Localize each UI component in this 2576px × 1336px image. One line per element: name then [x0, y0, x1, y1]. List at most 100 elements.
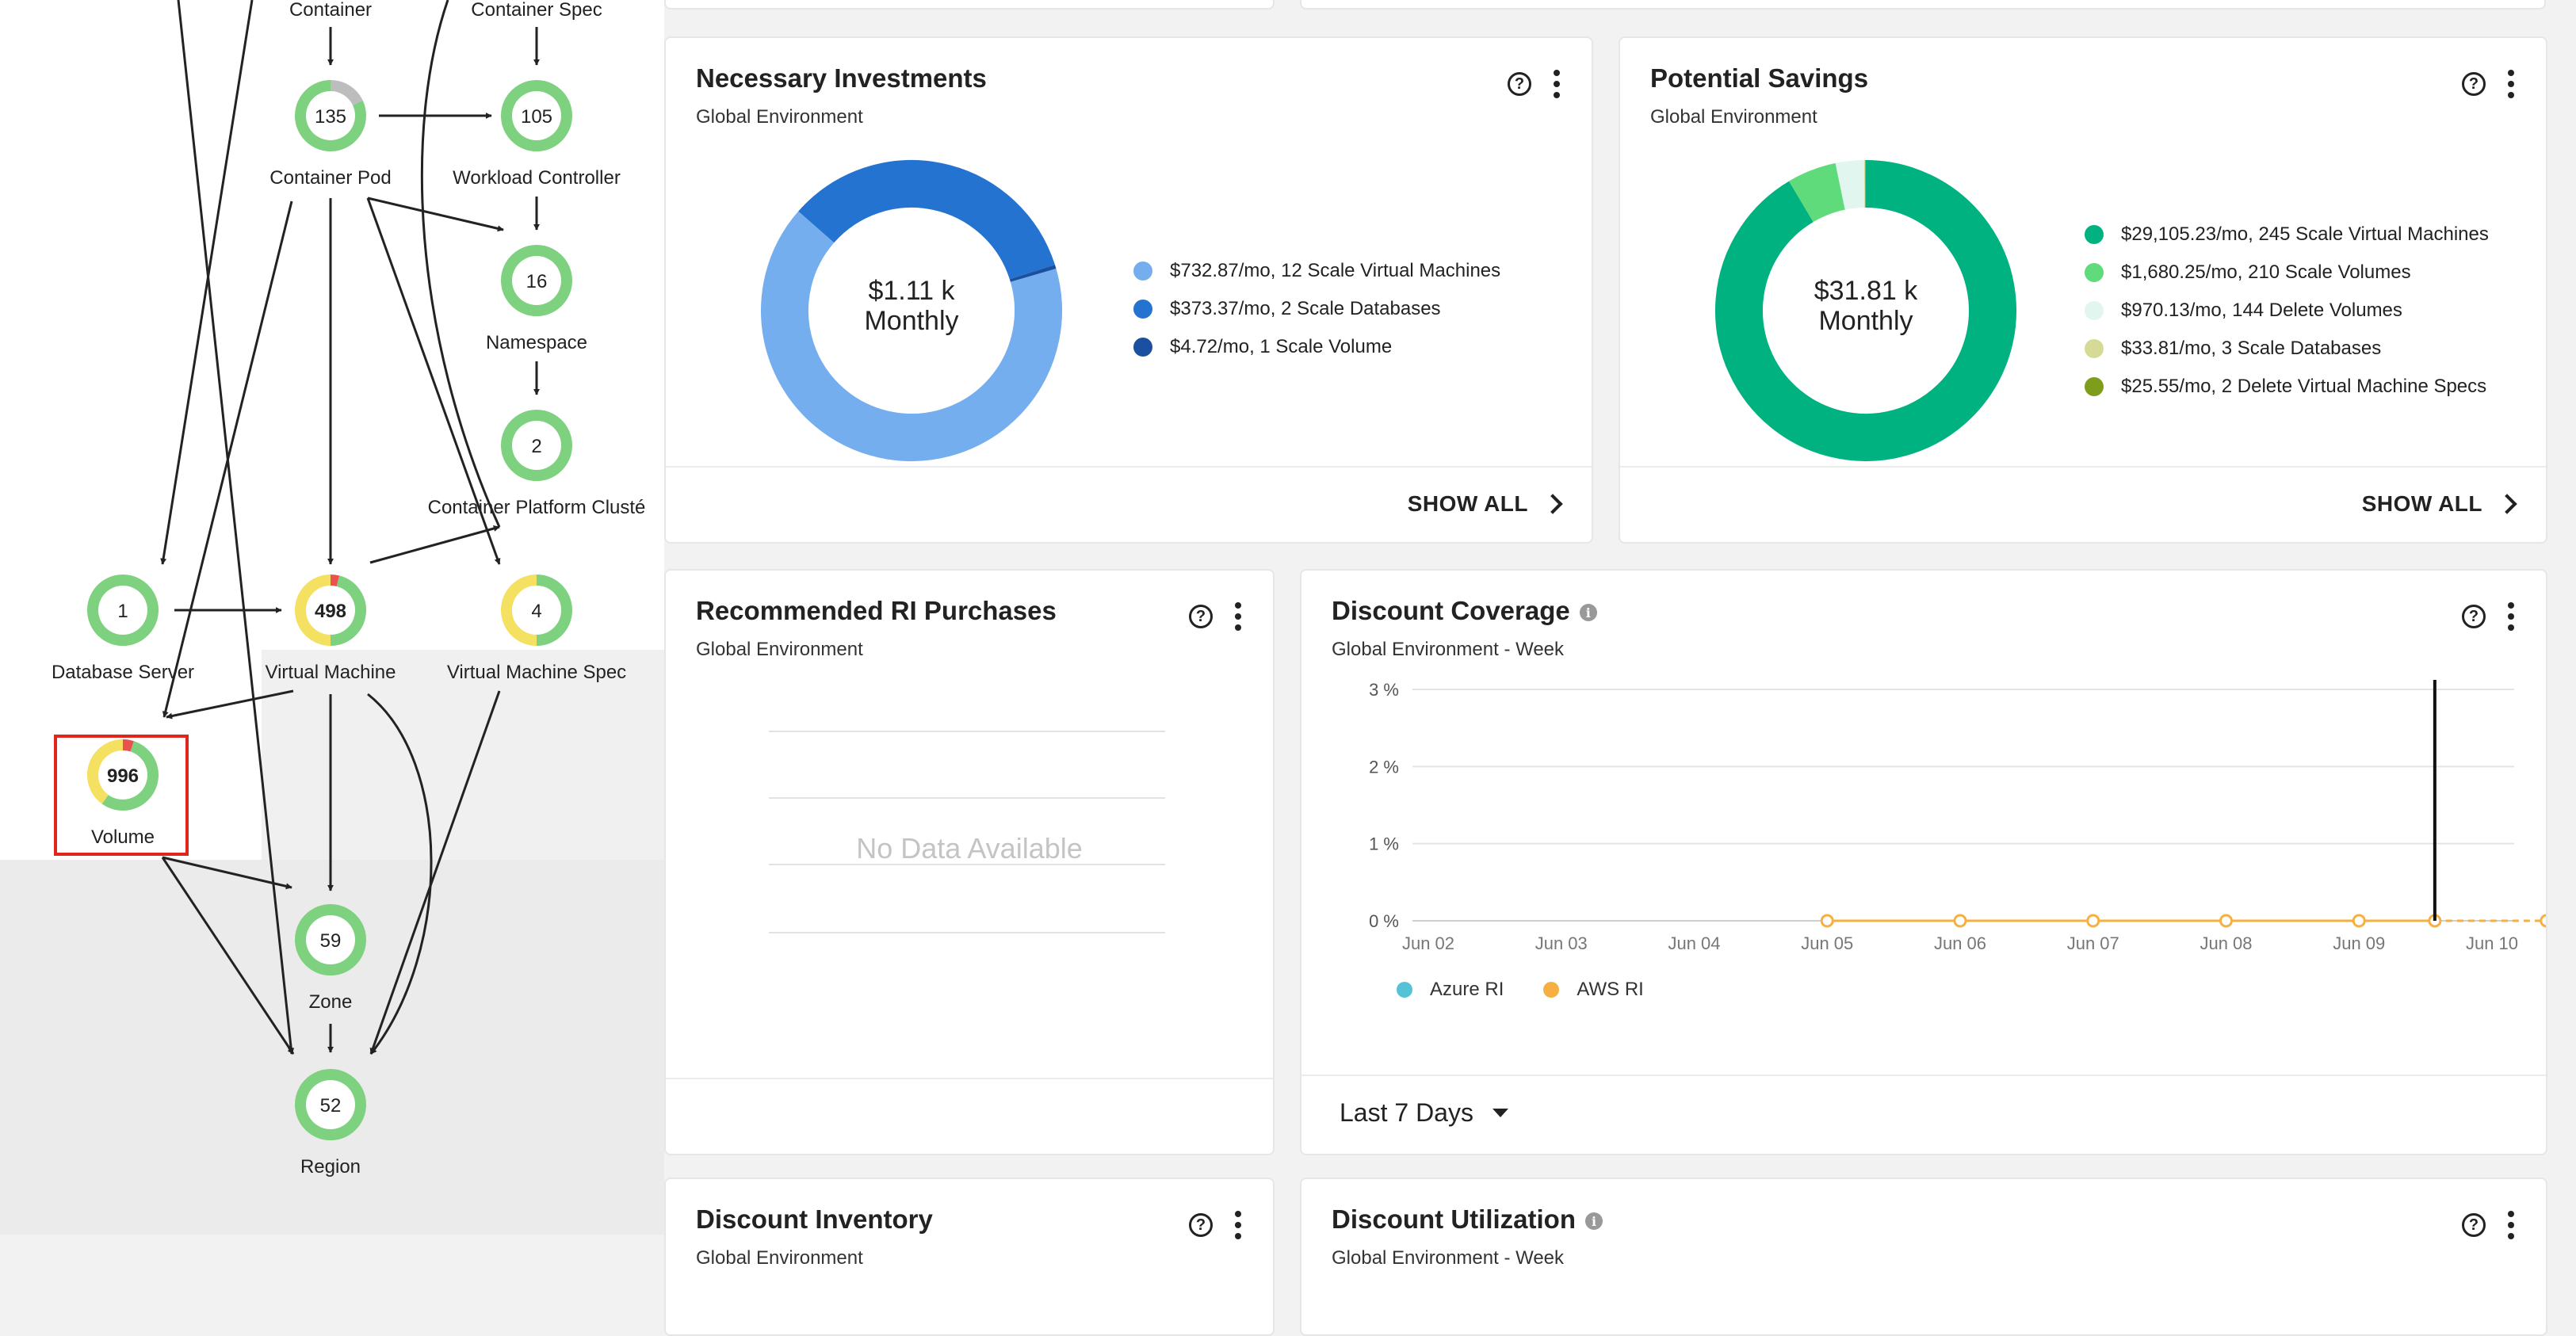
- necessary-investments-card: Necessary Investments Global Environment…: [664, 36, 1593, 544]
- y-tick-label: 3 %: [1369, 680, 1399, 700]
- legend-swatch: [2085, 377, 2104, 396]
- legend-swatch: [2085, 263, 2104, 282]
- donut-slice[interactable]: [1801, 186, 1840, 201]
- graph-node-container-spec[interactable]: Container Spec: [471, 0, 602, 21]
- more-options-icon[interactable]: [1554, 70, 1560, 98]
- help-icon[interactable]: ?: [1189, 605, 1213, 628]
- legend-label: $25.55/mo, 2 Delete Virtual Machine Spec…: [2121, 376, 2486, 398]
- data-point[interactable]: [2221, 915, 2232, 926]
- card-title-row: Discount Coverage i: [1332, 596, 1597, 626]
- graph-node-region[interactable]: 52Region: [299, 1073, 362, 1178]
- donut-center-unit: Monthly: [1714, 306, 2018, 336]
- legend-label: $373.37/mo, 2 Scale Databases: [1170, 298, 1441, 320]
- graph-node-volume[interactable]: 996Volume: [91, 743, 155, 848]
- chevron-right-icon: [2497, 494, 2517, 513]
- card-footer: Last 7 Days: [1301, 1075, 2546, 1154]
- legend-item[interactable]: $4.72/mo, 1 Scale Volume: [1133, 328, 1500, 366]
- legend-item[interactable]: Azure RI: [1397, 979, 1504, 1001]
- node-status-ring: [331, 580, 338, 581]
- donut-slice[interactable]: [816, 184, 1033, 272]
- info-icon[interactable]: i: [1580, 604, 1597, 621]
- card-footer: SHOW ALL: [1620, 466, 2546, 542]
- node-label: Workload Controller: [453, 167, 621, 189]
- card-title: Discount Coverage: [1332, 596, 1570, 625]
- legend-swatch: [1133, 338, 1152, 357]
- node-label: Container: [289, 0, 372, 21]
- node-count: 135: [315, 106, 346, 128]
- node-count: 1: [117, 601, 128, 622]
- legend-label: $4.72/mo, 1 Scale Volume: [1170, 336, 1392, 358]
- show-all-button[interactable]: SHOW ALL: [1408, 491, 1560, 517]
- legend-label: $29,105.23/mo, 245 Scale Virtual Machine…: [2121, 223, 2489, 246]
- data-point[interactable]: [1955, 915, 1966, 926]
- legend-item[interactable]: $25.55/mo, 2 Delete Virtual Machine Spec…: [2085, 368, 2489, 406]
- x-tick-label: Jun 08: [2200, 933, 2252, 953]
- discount-coverage-chart[interactable]: 0 %1 %2 %3 %Jun 02Jun 03Jun 04Jun 05Jun …: [1301, 674, 2547, 975]
- potential-savings-legend: $29,105.23/mo, 245 Scale Virtual Machine…: [2085, 216, 2489, 406]
- x-tick-label: Jun 05: [1801, 933, 1853, 953]
- y-tick-label: 2 %: [1369, 757, 1399, 777]
- caret-down-icon: [1492, 1109, 1508, 1117]
- help-icon[interactable]: ?: [1508, 72, 1531, 96]
- legend-label: $970.13/mo, 144 Delete Volumes: [2121, 300, 2402, 322]
- x-tick-label: Jun 10: [2466, 933, 2518, 953]
- node-label: Namespace: [486, 332, 587, 353]
- legend-label: $732.87/mo, 12 Scale Virtual Machines: [1170, 260, 1500, 282]
- node-label: Region: [300, 1156, 361, 1178]
- legend-item[interactable]: $970.13/mo, 144 Delete Volumes: [2085, 292, 2489, 330]
- legend-swatch: [1133, 261, 1152, 281]
- data-point[interactable]: [2353, 915, 2364, 926]
- legend-item[interactable]: $732.87/mo, 12 Scale Virtual Machines: [1133, 252, 1500, 290]
- legend-item[interactable]: $33.81/mo, 3 Scale Databases: [2085, 330, 2489, 368]
- legend-item[interactable]: AWS RI: [1543, 979, 1643, 1001]
- node-label: Container Pod: [269, 167, 391, 189]
- card-top-partial-left: [664, 0, 1275, 10]
- help-icon[interactable]: ?: [1189, 1213, 1213, 1237]
- node-count: 2: [531, 436, 541, 457]
- x-tick-label: Jun 07: [2067, 933, 2119, 953]
- donut-center-label: $1.11 k Monthly: [759, 276, 1064, 336]
- card-title: Necessary Investments: [696, 63, 987, 94]
- card-subtitle: Global Environment: [1650, 106, 1817, 128]
- node-label: Zone: [309, 991, 353, 1013]
- card-title: Discount Inventory: [696, 1204, 933, 1235]
- help-icon[interactable]: ?: [2462, 605, 2486, 628]
- more-options-icon[interactable]: [1235, 1211, 1241, 1239]
- more-options-icon[interactable]: [2508, 602, 2514, 631]
- placeholder-gridline: [769, 932, 1165, 933]
- donut-center-value: $1.11 k: [759, 276, 1064, 306]
- donut-slice[interactable]: [1840, 184, 1864, 186]
- more-options-icon[interactable]: [2508, 1211, 2514, 1239]
- graph-node-container[interactable]: Container: [289, 0, 372, 21]
- legend-swatch: [2085, 339, 2104, 358]
- legend-item[interactable]: $373.37/mo, 2 Scale Databases: [1133, 290, 1500, 328]
- data-point[interactable]: [2541, 915, 2547, 926]
- discount-inventory-card: Discount Inventory Global Environment ?: [664, 1178, 1275, 1336]
- donut-center-label: $31.81 k Monthly: [1714, 276, 2018, 336]
- legend-item[interactable]: $29,105.23/mo, 245 Scale Virtual Machine…: [2085, 216, 2489, 254]
- donut-center-value: $31.81 k: [1714, 276, 2018, 306]
- node-label: Database Server: [52, 662, 194, 683]
- necessary-investments-legend: $732.87/mo, 12 Scale Virtual Machines $37…: [1133, 252, 1500, 366]
- data-point[interactable]: [2088, 915, 2099, 926]
- data-point[interactable]: [1821, 915, 1833, 926]
- help-icon[interactable]: ?: [2462, 1213, 2486, 1237]
- help-icon[interactable]: ?: [2462, 72, 2486, 96]
- node-status-ring: [123, 745, 132, 746]
- node-label: Virtual Machine: [266, 662, 396, 683]
- donut-slice[interactable]: [1032, 272, 1033, 275]
- time-range-dropdown[interactable]: Last 7 Days: [1340, 1098, 1508, 1128]
- info-icon[interactable]: i: [1585, 1212, 1603, 1230]
- show-all-label: SHOW ALL: [1408, 491, 1528, 517]
- donut-center-unit: Monthly: [759, 306, 1064, 336]
- node-label: Volume: [91, 826, 155, 848]
- legend-swatch: [2085, 301, 2104, 320]
- more-options-icon[interactable]: [1235, 602, 1241, 631]
- card-footer: [666, 1078, 1273, 1154]
- card-subtitle: Global Environment: [696, 639, 863, 661]
- more-options-icon[interactable]: [2508, 70, 2514, 98]
- x-tick-label: Jun 06: [1934, 933, 1986, 953]
- show-all-button[interactable]: SHOW ALL: [2362, 491, 2514, 517]
- node-count: 16: [526, 271, 548, 292]
- legend-item[interactable]: $1,680.25/mo, 210 Scale Volumes: [2085, 254, 2489, 292]
